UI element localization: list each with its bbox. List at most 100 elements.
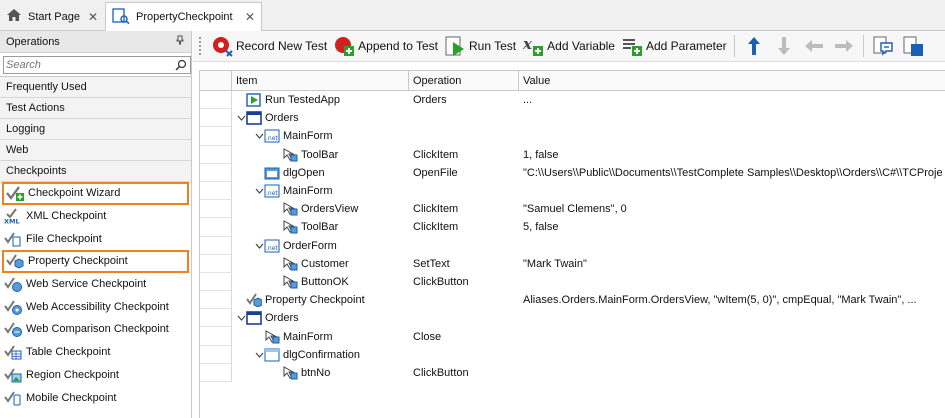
table-row[interactable]: OrdersView ClickItem "Samuel Clemens", 0 xyxy=(200,200,945,219)
item-cell[interactable]: Orders xyxy=(232,309,409,327)
item-cell[interactable]: ToolBar xyxy=(232,146,409,164)
operation-cell[interactable]: ClickButton xyxy=(409,367,519,379)
operation-cell[interactable]: SetText xyxy=(409,258,519,270)
operation-item-file-checkpoint[interactable]: File Checkpoint xyxy=(0,227,191,250)
item-cell[interactable]: Orders xyxy=(232,109,409,127)
item-cell[interactable]: Customer xyxy=(232,255,409,273)
test-settings-icon[interactable] xyxy=(902,35,924,57)
value-cell[interactable]: Aliases.Orders.MainForm.OrdersView, "wIt… xyxy=(519,294,945,306)
row-indicator[interactable] xyxy=(200,363,232,382)
item-cell[interactable]: .net MainForm xyxy=(232,182,409,200)
move-right-icon[interactable] xyxy=(833,35,855,57)
value-cell[interactable]: 5, false xyxy=(519,221,945,233)
value-cell[interactable]: "Mark Twain" xyxy=(519,258,945,270)
column-header-item[interactable]: Item xyxy=(232,71,409,91)
operation-item-table-checkpoint[interactable]: Table Checkpoint xyxy=(0,341,191,364)
table-row[interactable]: btnNo ClickButton xyxy=(200,363,945,382)
move-left-icon[interactable] xyxy=(803,35,825,57)
row-indicator[interactable] xyxy=(200,309,232,328)
row-indicator[interactable] xyxy=(200,254,232,273)
table-row[interactable]: dlgConfirmation xyxy=(200,345,945,364)
row-indicator[interactable] xyxy=(200,291,232,310)
item-cell[interactable]: Property Checkpoint xyxy=(232,291,409,309)
value-cell[interactable]: "C:\\Users\\Public\\Documents\\TestCompl… xyxy=(519,167,945,179)
table-row[interactable]: Run TestedApp Orders... xyxy=(200,91,945,110)
operation-cell[interactable]: ClickItem xyxy=(409,149,519,161)
table-row[interactable]: dlgOpen OpenFile "C:\\Users\\Public\\Docum… xyxy=(200,163,945,182)
operation-item-checkpoint-wizard[interactable]: Checkpoint Wizard xyxy=(2,182,189,205)
operation-cell[interactable]: ClickItem xyxy=(409,221,519,233)
chevron-down-icon[interactable] xyxy=(254,350,264,360)
operation-cell[interactable]: Orders xyxy=(409,94,519,106)
operation-cell[interactable]: OpenFile xyxy=(409,167,519,179)
row-indicator[interactable] xyxy=(200,163,232,182)
tab-start-page[interactable]: Start Page ✕ xyxy=(0,2,104,31)
operation-item-xml-checkpoint[interactable]: XML XML Checkpoint xyxy=(0,205,191,228)
append-to-test-button[interactable]: Append to Test xyxy=(330,33,441,59)
item-cell[interactable]: btnNo xyxy=(232,364,409,382)
row-indicator[interactable] xyxy=(200,127,232,146)
item-cell[interactable]: ButtonOK xyxy=(232,273,409,291)
category-test-actions[interactable]: Test Actions xyxy=(0,98,191,119)
run-test-button[interactable]: Run Test xyxy=(441,33,519,59)
table-row[interactable]: Orders xyxy=(200,309,945,328)
item-cell[interactable]: ToolBar xyxy=(232,218,409,236)
operation-cell[interactable]: ClickButton xyxy=(409,276,519,288)
add-parameter-button[interactable]: Add Parameter xyxy=(618,33,730,59)
table-row[interactable]: ButtonOK ClickButton xyxy=(200,272,945,292)
record-new-test-button[interactable]: Record New Test xyxy=(208,33,330,59)
row-indicator[interactable] xyxy=(200,109,232,128)
operation-item-web-accessibility-checkpoint[interactable]: Web Accessibility Checkpoint xyxy=(0,295,191,318)
close-icon[interactable]: ✕ xyxy=(245,10,255,24)
operation-cell[interactable]: ClickItem xyxy=(409,203,519,215)
pin-icon[interactable] xyxy=(175,35,185,48)
table-row[interactable]: Orders xyxy=(200,109,945,128)
item-cell[interactable]: OrdersView xyxy=(232,200,409,218)
row-indicator[interactable] xyxy=(200,236,232,255)
category-checkpoints[interactable]: Checkpoints xyxy=(0,161,191,182)
table-row[interactable]: .net MainForm xyxy=(200,181,945,201)
item-cell[interactable]: dlgOpen xyxy=(232,164,409,182)
item-cell[interactable]: .net OrderForm xyxy=(232,237,409,255)
category-web[interactable]: Web xyxy=(0,140,191,161)
table-row[interactable]: MainForm Close xyxy=(200,327,945,346)
table-row[interactable]: Property Checkpoint Aliases.Orders.MainFo… xyxy=(200,291,945,310)
move-up-icon[interactable] xyxy=(743,35,765,57)
item-cell[interactable]: dlgConfirmation xyxy=(232,346,409,364)
tab-property-checkpoint[interactable]: PropertyCheckpoint ✕ xyxy=(105,2,262,32)
row-indicator[interactable] xyxy=(200,145,232,164)
chevron-down-icon[interactable] xyxy=(254,241,264,251)
category-frequently-used[interactable]: Frequently Used xyxy=(0,77,191,98)
table-row[interactable]: .net OrderForm xyxy=(200,236,945,255)
row-indicator[interactable] xyxy=(200,181,232,201)
row-indicator[interactable] xyxy=(200,200,232,219)
table-row[interactable]: ToolBar ClickItem 1, false xyxy=(200,145,945,164)
table-row[interactable]: ToolBar ClickItem 5, false xyxy=(200,218,945,237)
operation-item-region-checkpoint[interactable]: Region Checkpoint xyxy=(0,364,191,387)
row-indicator[interactable] xyxy=(200,272,232,292)
add-comment-icon[interactable] xyxy=(872,35,894,57)
close-icon[interactable]: ✕ xyxy=(88,10,98,24)
category-logging[interactable]: Logging xyxy=(0,119,191,140)
item-cell[interactable]: MainForm xyxy=(232,327,409,345)
chevron-down-icon[interactable] xyxy=(254,131,264,141)
value-cell[interactable]: 1, false xyxy=(519,149,945,161)
row-indicator[interactable] xyxy=(200,327,232,346)
table-row[interactable]: .net MainForm xyxy=(200,127,945,146)
move-down-icon[interactable] xyxy=(773,35,795,57)
item-cell[interactable]: .net MainForm xyxy=(232,127,409,145)
row-indicator[interactable] xyxy=(200,91,232,110)
add-variable-button[interactable]: x Add Variable xyxy=(519,33,618,59)
row-indicator[interactable] xyxy=(200,345,232,364)
item-cell[interactable]: Run TestedApp xyxy=(232,91,409,109)
column-header-value[interactable]: Value xyxy=(519,71,945,91)
search-icon[interactable] xyxy=(174,58,188,72)
search-input[interactable] xyxy=(3,55,191,74)
chevron-down-icon[interactable] xyxy=(254,186,264,196)
operation-item-property-checkpoint[interactable]: Property Checkpoint xyxy=(2,250,189,273)
chevron-down-icon[interactable] xyxy=(236,313,246,323)
column-header-operation[interactable]: Operation xyxy=(409,71,519,91)
operation-cell[interactable]: Close xyxy=(409,331,519,343)
operation-item-web-service-checkpoint[interactable]: Web Service Checkpoint xyxy=(0,273,191,296)
operation-item-web-comparison-checkpoint[interactable]: Web Comparison Checkpoint xyxy=(0,318,191,341)
